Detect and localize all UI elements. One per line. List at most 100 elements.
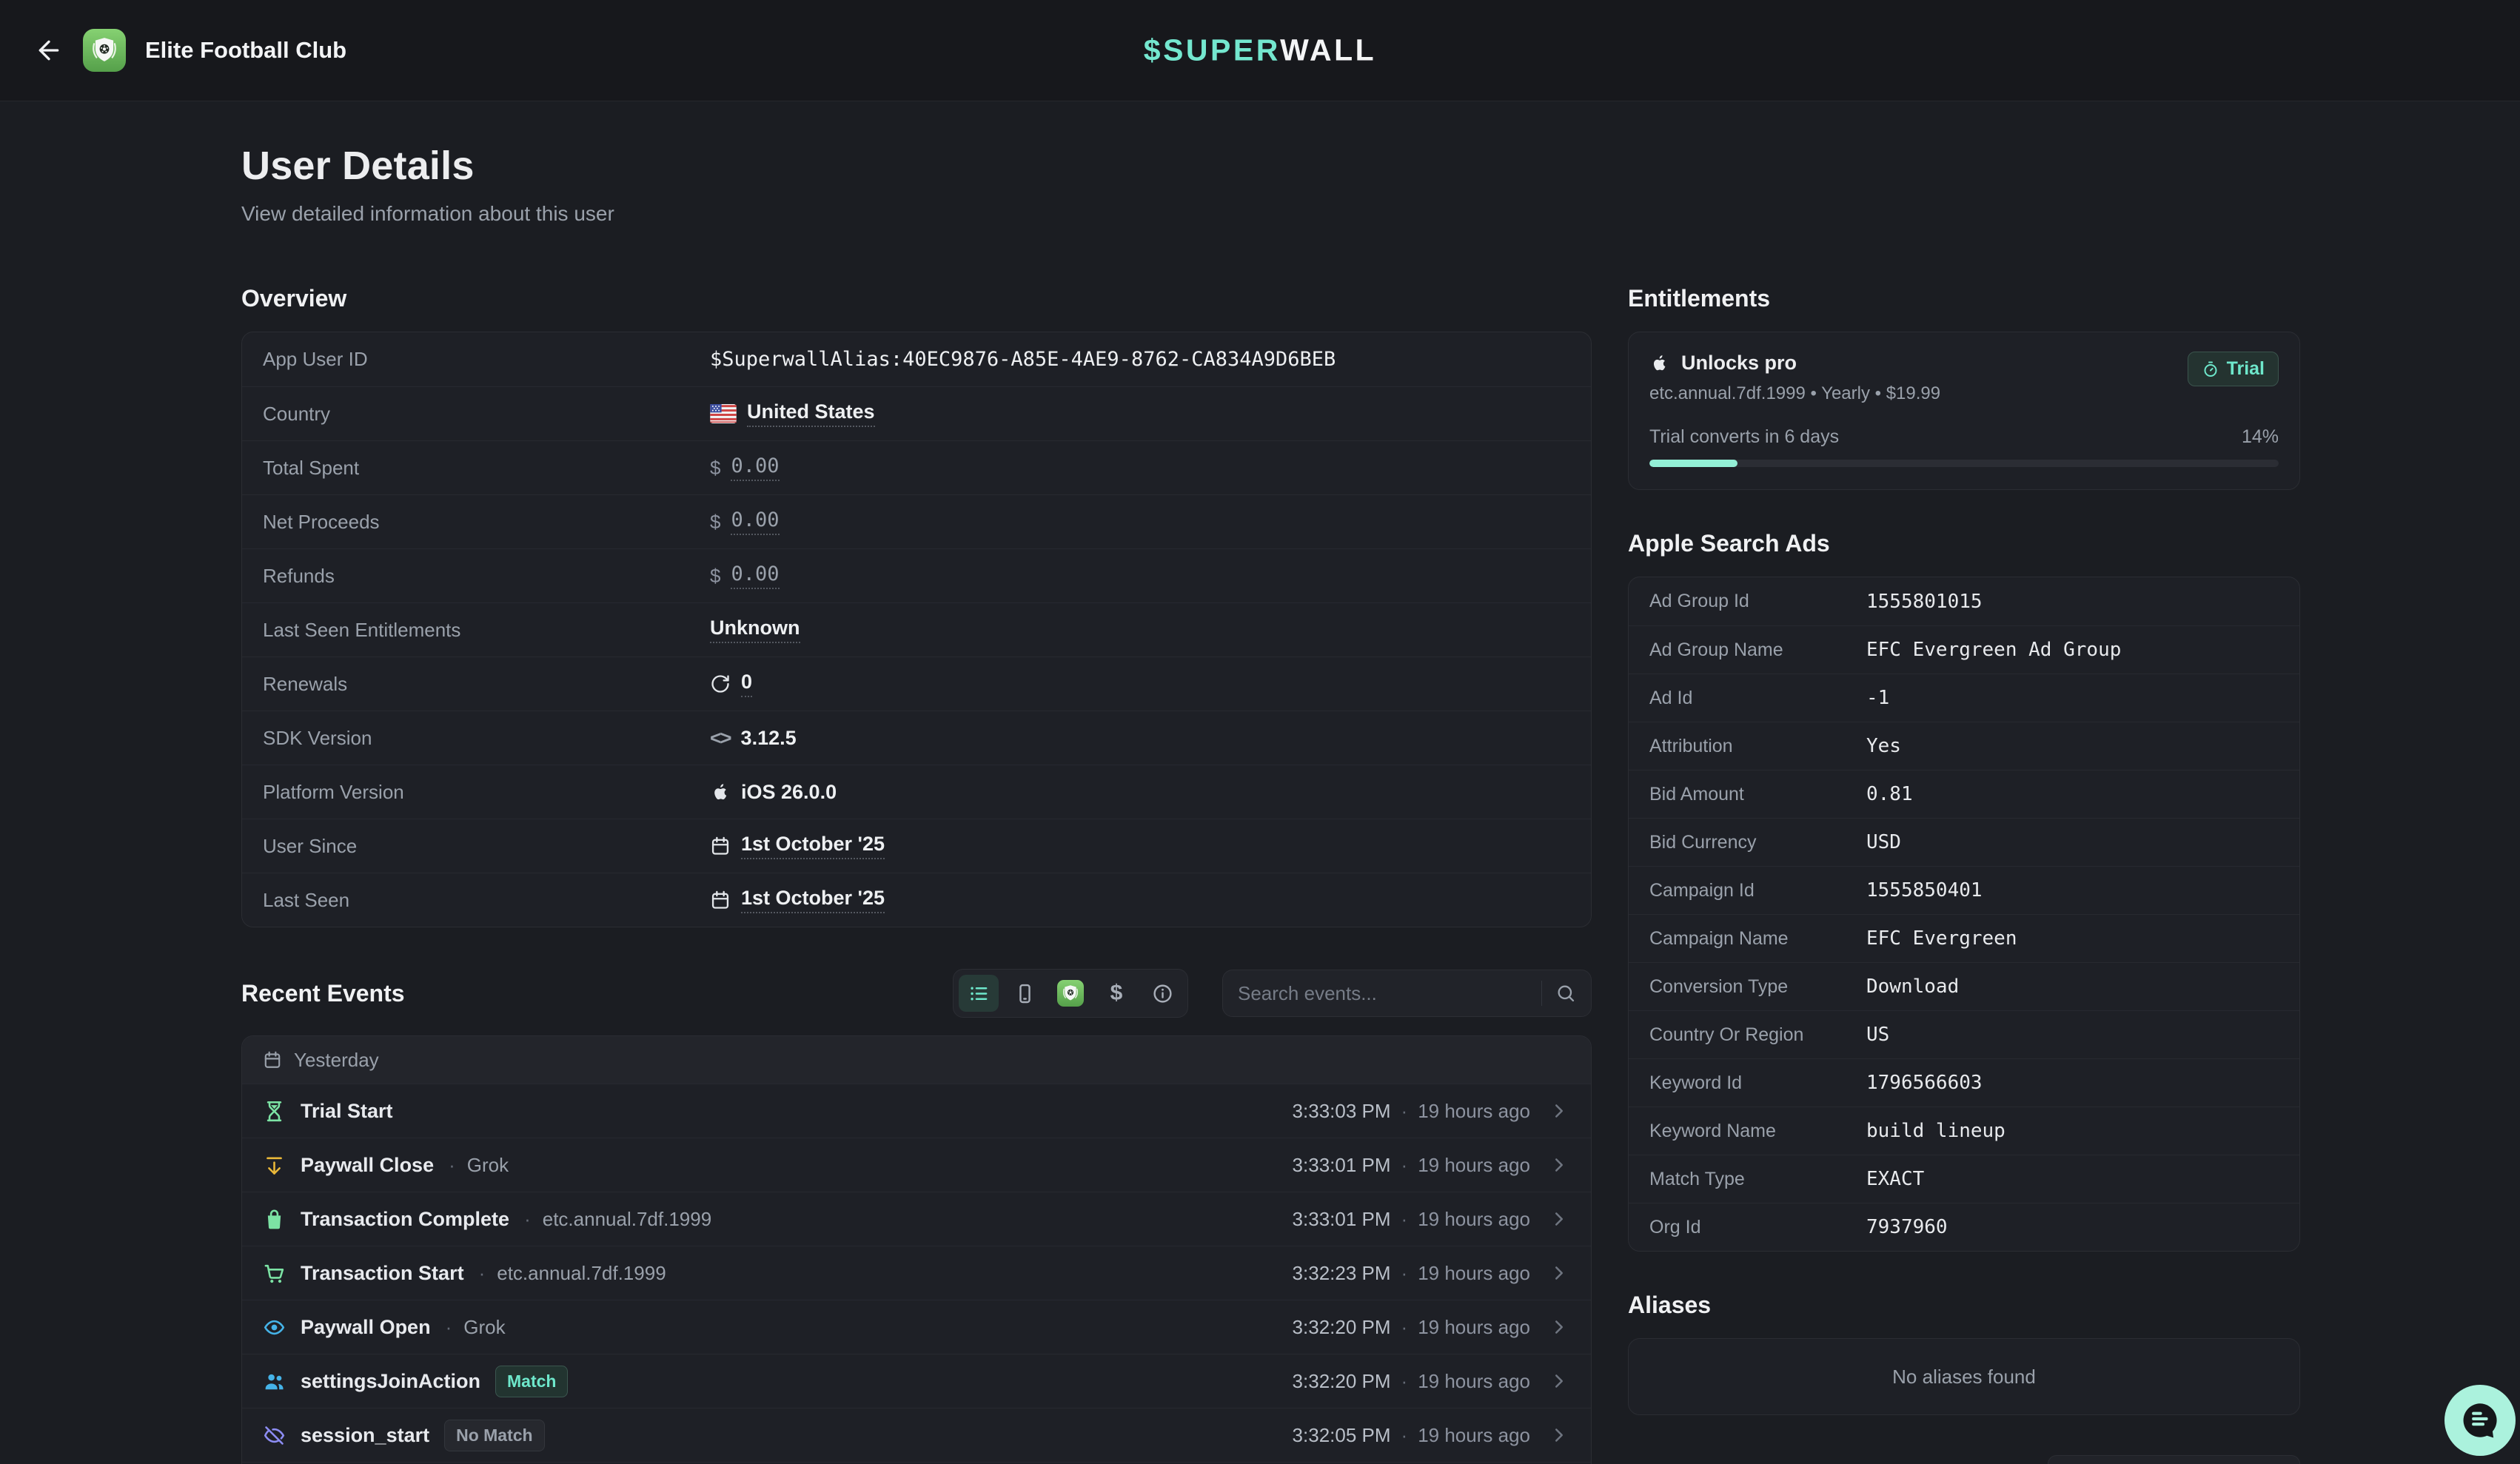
overview-table: App User ID$SuperwallAlias:40EC9876-A85E… <box>241 332 1592 927</box>
event-name: Transaction Complete <box>301 1208 509 1231</box>
trial-progress-bar <box>1649 460 2279 467</box>
separator-dot: · <box>1401 1316 1408 1339</box>
overview-row-value: $SuperwallAlias:40EC9876-A85E-4AE9-8762-… <box>710 348 1336 371</box>
overview-row-value: 0.00 <box>731 563 779 589</box>
filter-info-events-button[interactable] <box>1142 975 1182 1012</box>
event-relative-time: 19 hours ago <box>1418 1370 1530 1393</box>
asa-row: AttributionYes <box>1629 722 2299 770</box>
event-row[interactable]: Transaction Start·etc.annual.7df.19993:3… <box>242 1246 1591 1300</box>
overview-row-label: Refunds <box>263 565 710 588</box>
calendar-icon <box>710 890 731 910</box>
events-search <box>1222 970 1592 1017</box>
eye-icon <box>263 1316 286 1339</box>
page-title: User Details <box>241 143 2300 189</box>
shopping-cart-icon <box>263 1262 286 1285</box>
asa-row: Bid Amount0.81 <box>1629 770 2299 818</box>
brand-prefix: $SUPER <box>1144 33 1280 67</box>
overview-row: Renewals0 <box>242 657 1591 711</box>
refresh-icon <box>710 674 731 694</box>
event-relative-time: 19 hours ago <box>1418 1316 1530 1339</box>
aliases-card: No aliases found <box>1628 1338 2300 1415</box>
event-name: Paywall Open <box>301 1316 431 1339</box>
overview-row-value: Unknown <box>710 617 800 643</box>
arrow-down-from-line-icon <box>263 1154 286 1177</box>
dollar-icon: $ <box>1110 981 1123 1006</box>
events-group-label: Yesterday <box>294 1049 379 1072</box>
events-group-header: Yesterday <box>242 1036 1591 1084</box>
event-row[interactable]: Trial Start3:33:03 PM·19 hours ago <box>242 1084 1591 1138</box>
event-time: 3:33:01 PM <box>1293 1208 1391 1231</box>
asa-row: Campaign Id1555850401 <box>1629 866 2299 914</box>
asa-row-label: Bid Currency <box>1649 832 1866 853</box>
events-controls: $ <box>953 969 1592 1018</box>
asa-row-label: Country Or Region <box>1649 1024 1866 1046</box>
main-column: Overview App User ID$SuperwallAlias:40EC… <box>241 285 1592 1464</box>
event-relative-time: 19 hours ago <box>1418 1424 1530 1447</box>
aliases-heading: Aliases <box>1628 1292 2300 1319</box>
entitlement-details: etc.annual.7df.1999 • Yearly • $19.99 <box>1649 383 1940 404</box>
currency-symbol: $ <box>710 565 720 588</box>
asa-row-value: EFC Evergreen Ad Group <box>1866 639 2121 661</box>
shopping-bag-icon <box>263 1208 286 1231</box>
search-icon[interactable] <box>1555 983 1576 1004</box>
apple-icon <box>1649 353 1669 373</box>
filter-device-events-button[interactable] <box>1005 975 1045 1012</box>
asa-row-value: Download <box>1866 976 1959 998</box>
events-search-input[interactable] <box>1238 982 1528 1005</box>
search-divider <box>1541 981 1542 1006</box>
trial-percent: 14% <box>2242 426 2279 448</box>
overview-heading: Overview <box>241 285 1592 312</box>
code-icon: <> <box>710 727 731 750</box>
overview-row-value: 3.12.5 <box>741 727 797 750</box>
event-row[interactable]: Transaction Complete·etc.annual.7df.1999… <box>242 1192 1591 1246</box>
calendar-icon <box>710 836 731 856</box>
separator-dot: · <box>449 1154 455 1177</box>
arrow-left-icon <box>34 36 64 65</box>
event-name: Paywall Close <box>301 1154 434 1177</box>
event-row[interactable]: settingsJoinActionMatch3:32:20 PM·19 hou… <box>242 1354 1591 1408</box>
overview-row: SDK Version<> 3.12.5 <box>242 711 1591 765</box>
apple-search-ads-heading: Apple Search Ads <box>1628 530 2300 557</box>
separator-dot: · <box>479 1262 486 1285</box>
asa-row-label: Attribution <box>1649 736 1866 757</box>
user-attributes-search <box>2048 1455 2300 1464</box>
asa-row: Campaign NameEFC Evergreen <box>1629 914 2299 962</box>
asa-row-value: 7937960 <box>1866 1216 1948 1238</box>
asa-row: Org Id7937960 <box>1629 1203 2299 1251</box>
asa-row-label: Ad Group Id <box>1649 591 1866 612</box>
event-relative-time: 19 hours ago <box>1418 1262 1530 1285</box>
recent-events-heading: Recent Events <box>241 980 405 1007</box>
event-row[interactable]: Paywall Close·Grok3:33:01 PM·19 hours ag… <box>242 1138 1591 1192</box>
event-time: 3:33:03 PM <box>1293 1100 1391 1123</box>
filter-all-events-button[interactable] <box>959 975 999 1012</box>
asa-row-value: EFC Evergreen <box>1866 927 2017 950</box>
trial-converts-text: Trial converts in 6 days <box>1649 426 1839 448</box>
page: User Details View detailed information a… <box>0 101 2520 1464</box>
event-subtitle: etc.annual.7df.1999 <box>497 1262 666 1285</box>
event-time: 3:32:20 PM <box>1293 1316 1391 1339</box>
event-row[interactable]: session_startNo Match3:32:05 PM·19 hours… <box>242 1408 1591 1462</box>
app-header: Elite Football Club $SUPERWALL <box>0 0 2520 101</box>
filter-app-events-button[interactable] <box>1050 975 1090 1012</box>
chevron-right-icon <box>1548 1424 1570 1446</box>
entitlement-name: Unlocks pro <box>1681 352 1797 375</box>
separator-dot: · <box>1401 1370 1408 1393</box>
entitlements-heading: Entitlements <box>1628 285 2300 312</box>
chat-support-button[interactable] <box>2444 1385 2516 1456</box>
event-subtitle: Grok <box>463 1316 505 1339</box>
event-row[interactable]: Paywall Open·Grok3:32:20 PM·19 hours ago <box>242 1300 1591 1354</box>
overview-row-label: SDK Version <box>263 727 710 750</box>
overview-row-label: Platform Version <box>263 781 710 804</box>
event-name: Transaction Start <box>301 1262 464 1285</box>
back-button[interactable] <box>34 36 64 65</box>
page-subtitle: View detailed information about this use… <box>241 202 2300 226</box>
calendar-icon <box>263 1050 282 1070</box>
filter-transaction-events-button[interactable]: $ <box>1096 975 1136 1012</box>
side-column: Entitlements Unlocks pro etc.annual.7df.… <box>1628 285 2300 1464</box>
trial-progress-fill <box>1649 460 1737 467</box>
asa-row: Ad Group NameEFC Evergreen Ad Group <box>1629 625 2299 674</box>
separator-dot: · <box>1401 1262 1408 1285</box>
asa-row-value: -1 <box>1866 687 1889 709</box>
overview-row-label: Last Seen Entitlements <box>263 619 710 642</box>
brand-suffix: WALL <box>1280 33 1376 67</box>
